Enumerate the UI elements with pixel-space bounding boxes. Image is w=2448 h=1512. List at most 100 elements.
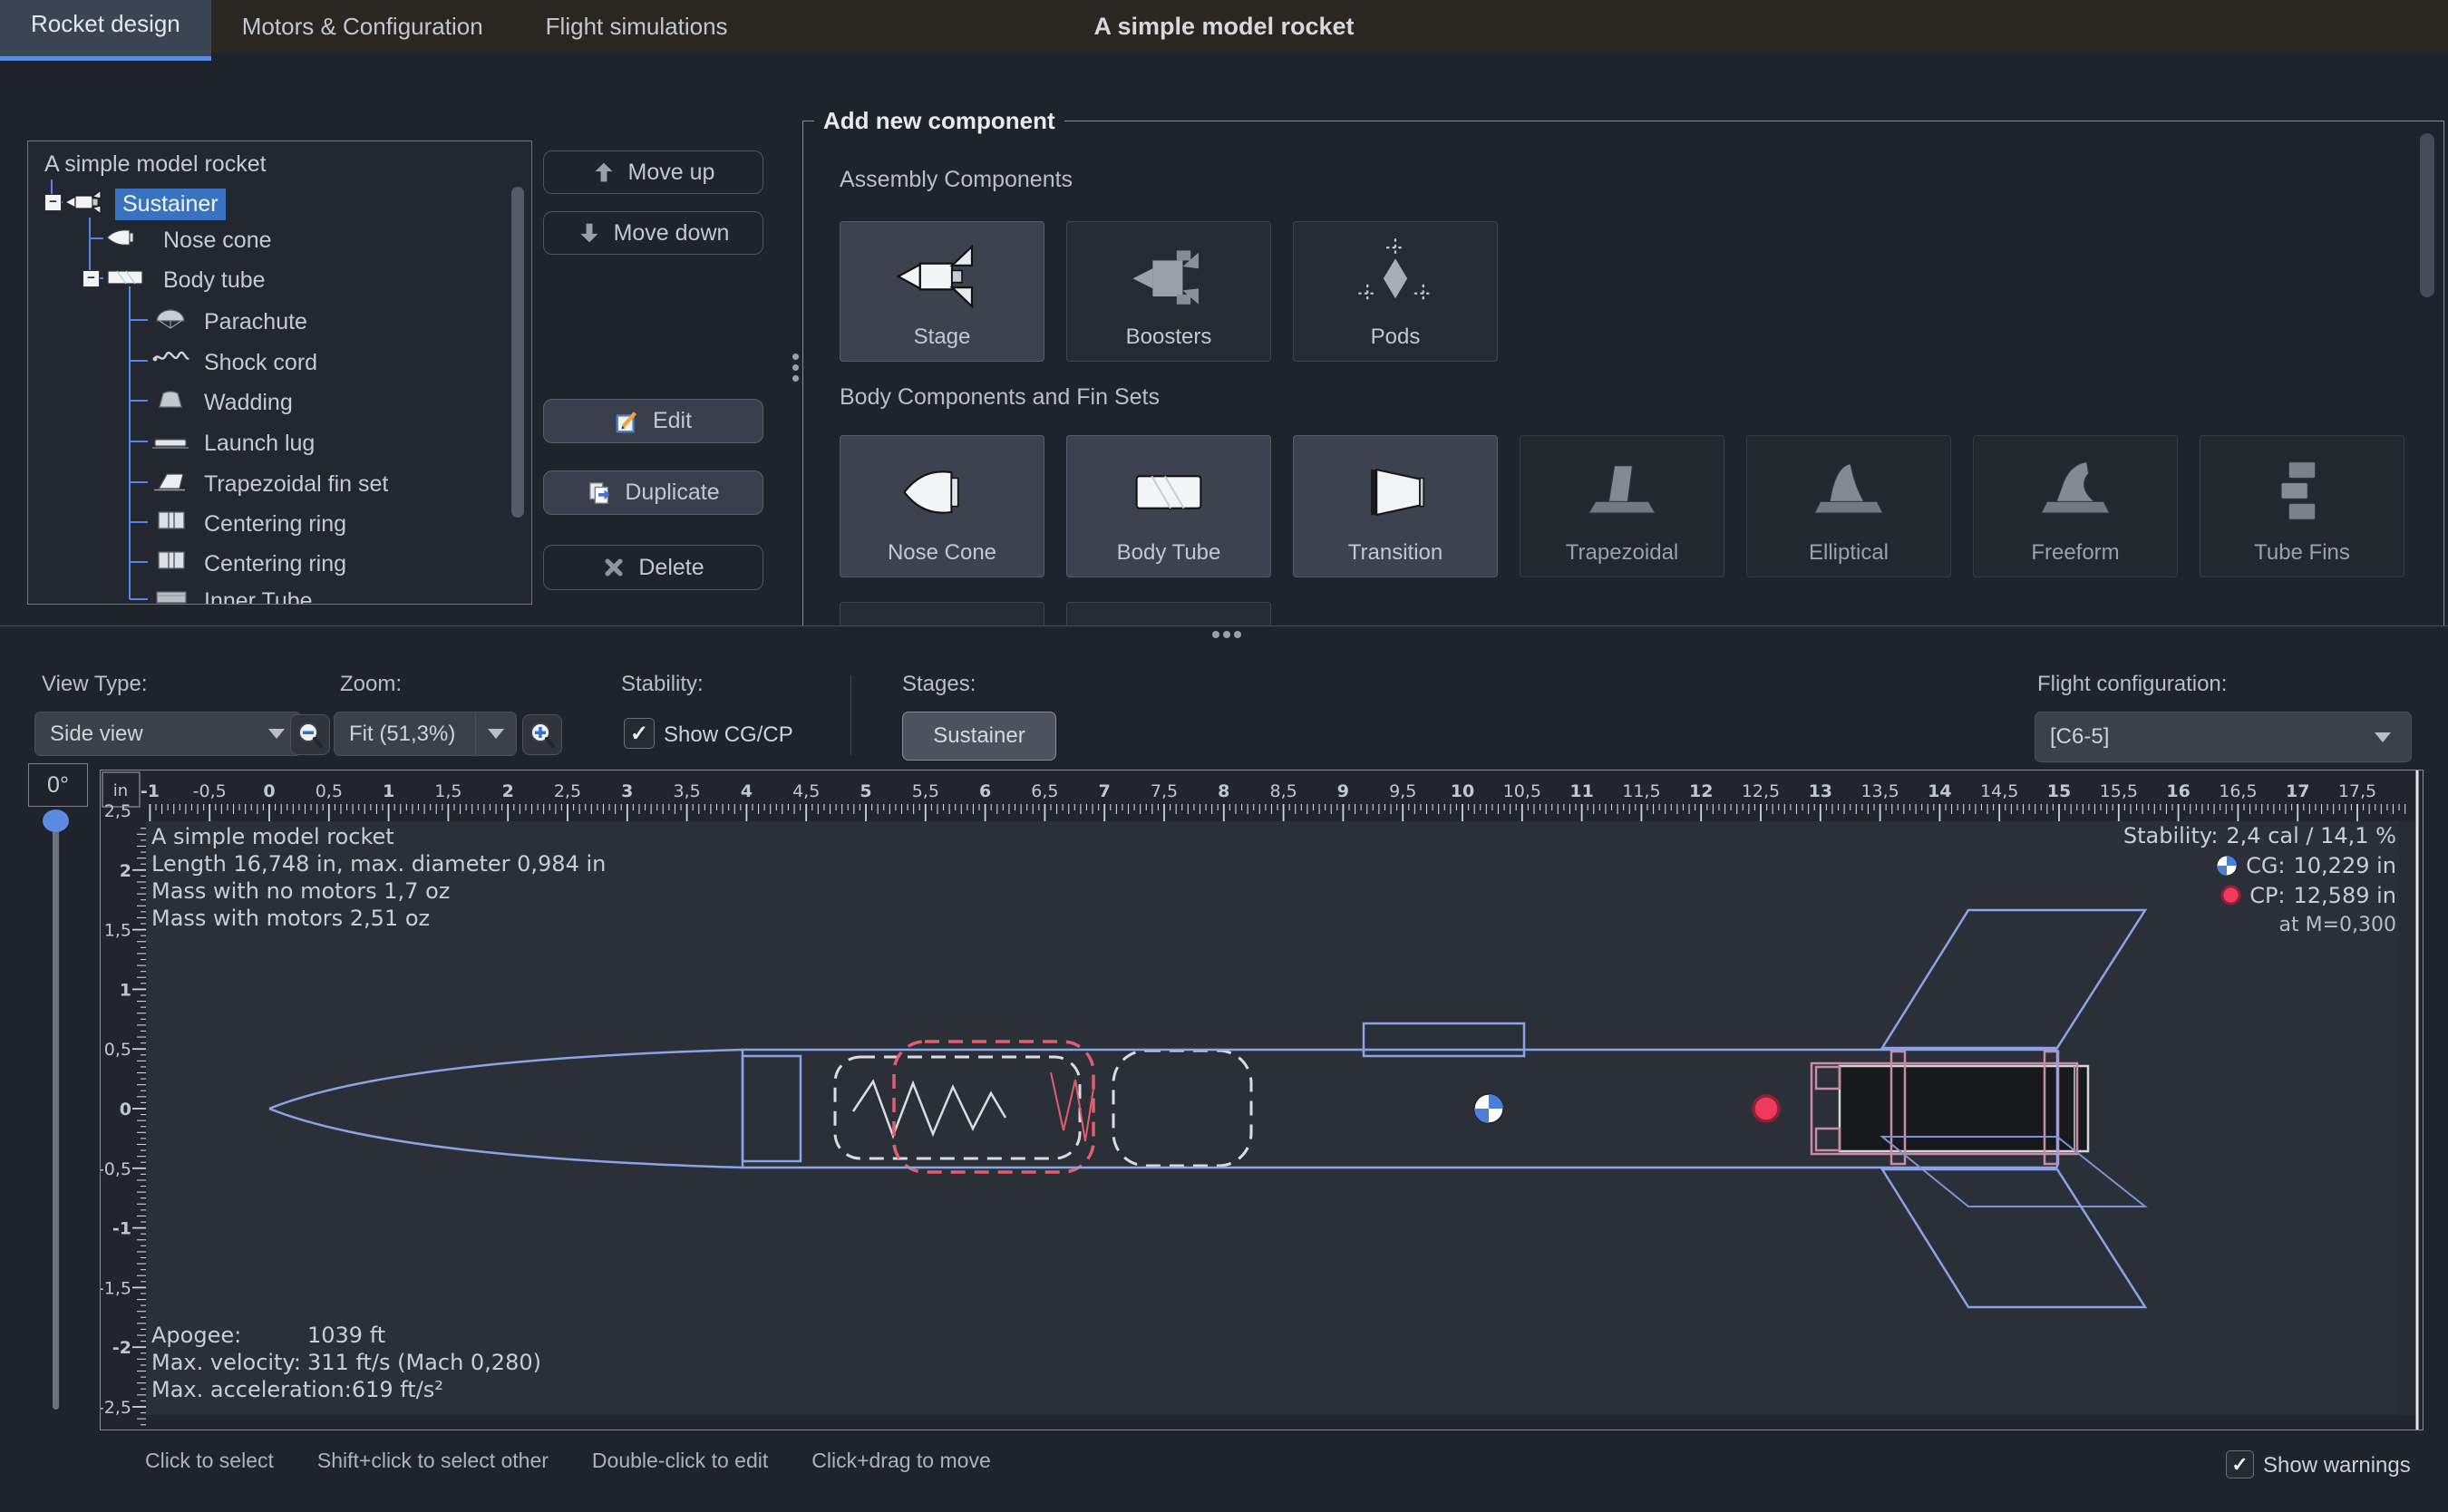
tree-item-parachute[interactable]: Parachute bbox=[28, 300, 531, 340]
rocket-info-line: Mass with motors 2,51 oz bbox=[151, 905, 606, 932]
v-ruler-label: 2,5 bbox=[104, 801, 131, 821]
rotation-slider-thumb[interactable] bbox=[43, 809, 69, 832]
move-up-button[interactable]: Move up bbox=[543, 150, 763, 194]
component-button-label: Trapezoidal bbox=[1520, 540, 1724, 566]
launch-lug-icon bbox=[150, 428, 191, 451]
add-component-title: Add new component bbox=[814, 107, 1064, 135]
hint: Click+drag to move bbox=[811, 1449, 991, 1473]
h-ruler-label: 2,5 bbox=[554, 781, 581, 801]
tree-item-inner-tube[interactable]: Inner Tube bbox=[28, 579, 531, 605]
h-ruler-label: 16 bbox=[2166, 781, 2190, 801]
stability-value: 2,4 cal / 14,1 % bbox=[2226, 822, 2396, 849]
zoom-in-button[interactable] bbox=[522, 714, 562, 755]
tab-rocket-design[interactable]: Rocket design bbox=[0, 0, 211, 61]
panel-drag-handle-dot[interactable] bbox=[792, 375, 799, 382]
h-ruler-label: 1,5 bbox=[434, 781, 461, 801]
stage-icon bbox=[892, 235, 992, 323]
tree-item-label: Nose cone bbox=[156, 225, 279, 257]
tree-expander-icon[interactable]: − bbox=[44, 194, 62, 211]
tree-item-label: Inner Tube bbox=[197, 586, 320, 605]
delete-button[interactable]: Delete bbox=[543, 545, 763, 590]
tree-expander-icon[interactable]: − bbox=[83, 270, 100, 287]
rocket-info-line: Mass with no motors 1,7 oz bbox=[151, 877, 606, 905]
add-body-tube-button[interactable]: Body Tube bbox=[1066, 435, 1271, 577]
view-type-label: View Type: bbox=[42, 672, 148, 697]
add-pods-button[interactable]: Pods bbox=[1293, 221, 1498, 362]
tree-item-shock-cord[interactable]: Shock cord bbox=[28, 341, 531, 381]
stage-toggle-label: Sustainer bbox=[933, 723, 1025, 749]
motor[interactable] bbox=[1840, 1066, 2088, 1151]
h-ruler-label: -0,5 bbox=[193, 781, 227, 801]
cp-label: CP: bbox=[2249, 882, 2285, 909]
wadding-icon bbox=[150, 387, 191, 411]
tree-item-centering-ring[interactable]: Centering ring bbox=[28, 502, 531, 542]
move-down-label: Move down bbox=[614, 220, 730, 247]
h-ruler-label: 14,5 bbox=[1980, 781, 2018, 801]
split-handle-dot[interactable] bbox=[1234, 631, 1241, 638]
zoom-out-button[interactable] bbox=[290, 714, 330, 755]
v-ruler-label: 2 bbox=[120, 861, 131, 881]
show-cgcp-checkbox[interactable]: ✓ bbox=[624, 718, 655, 749]
component-button-partial[interactable] bbox=[840, 602, 1044, 626]
panel-drag-handle-dot[interactable] bbox=[792, 354, 799, 360]
tree-item-nose-cone[interactable]: Nose cone bbox=[28, 218, 531, 258]
add-trapezoidal-button: Trapezoidal bbox=[1520, 435, 1724, 577]
component-button-partial[interactable] bbox=[1066, 602, 1271, 626]
mach-note: at M=0,300 bbox=[2279, 912, 2397, 939]
tab-motors-configuration[interactable]: Motors & Configuration bbox=[211, 0, 514, 56]
duplicate-button[interactable]: Duplicate bbox=[543, 470, 763, 515]
v-ruler-label: -2 bbox=[112, 1338, 131, 1358]
rotation-slider-track[interactable] bbox=[53, 819, 59, 1410]
tree-item-launch-lug[interactable]: Launch lug bbox=[28, 422, 531, 461]
add-panel-scrollbar[interactable] bbox=[2420, 133, 2434, 297]
zoom-select[interactable]: Fit (51,3%) bbox=[334, 712, 517, 756]
centering-ring-icon bbox=[150, 548, 191, 572]
tree-item-wadding[interactable]: Wadding bbox=[28, 381, 531, 421]
panel-drag-handle-dot[interactable] bbox=[792, 364, 799, 371]
split-handle-dot[interactable] bbox=[1223, 631, 1230, 638]
tree-item-a-simple-model-rocket[interactable]: A simple model rocket bbox=[28, 142, 531, 182]
split-divider[interactable] bbox=[0, 625, 2448, 626]
h-ruler-label: 4,5 bbox=[792, 781, 820, 801]
add-stage-button[interactable]: Stage bbox=[840, 221, 1044, 362]
tube-fins-icon bbox=[2255, 449, 2349, 540]
tree-item-trapezoidal-fin-set[interactable]: Trapezoidal fin set bbox=[28, 462, 531, 502]
cg-marker[interactable] bbox=[1474, 1094, 1503, 1123]
stages-label: Stages: bbox=[902, 672, 976, 697]
tree-item-centering-ring[interactable]: Centering ring bbox=[28, 542, 531, 582]
move-down-button[interactable]: Move down bbox=[543, 211, 763, 255]
add-nose-cone-button[interactable]: Nose Cone bbox=[840, 435, 1044, 577]
tree-item-body-tube[interactable]: −Body tube bbox=[28, 258, 531, 298]
add-tube-fins-button: Tube Fins bbox=[2200, 435, 2404, 577]
ruler-unit: in bbox=[113, 781, 128, 800]
rocket-stage-icon bbox=[63, 189, 110, 216]
boosters-icon bbox=[1119, 235, 1219, 323]
body-tube-icon bbox=[103, 265, 149, 290]
tree-item-label: Centering ring bbox=[197, 509, 354, 540]
cp-marker[interactable] bbox=[1753, 1096, 1779, 1121]
show-warnings-checkbox[interactable]: ✓ bbox=[2226, 1450, 2254, 1478]
tab-flight-simulations[interactable]: Flight simulations bbox=[515, 0, 759, 56]
add-transition-button[interactable]: Transition bbox=[1293, 435, 1498, 577]
h-ruler-label: 12,5 bbox=[1742, 781, 1780, 801]
chevron-down-icon bbox=[2375, 732, 2391, 742]
split-handle-dot[interactable] bbox=[1212, 631, 1219, 638]
edit-button[interactable]: Edit bbox=[543, 399, 763, 443]
h-ruler-label: 7 bbox=[1099, 781, 1111, 801]
v-ruler-label: -1 bbox=[112, 1219, 131, 1239]
chevron-down-icon bbox=[268, 729, 285, 739]
rotation-angle-indicator: 0° bbox=[28, 763, 88, 807]
tree-scrollbar[interactable] bbox=[511, 187, 524, 518]
add-boosters-button[interactable]: Boosters bbox=[1066, 221, 1271, 362]
h-ruler-label: -1 bbox=[141, 781, 160, 801]
delete-x-icon bbox=[602, 556, 626, 579]
zoom-value: Fit (51,3%) bbox=[335, 722, 475, 747]
flight-config-select[interactable]: [C6-5] bbox=[2035, 712, 2412, 762]
component-tree[interactable]: A simple model rocket−SustainerNose cone… bbox=[27, 141, 532, 605]
view-type-select[interactable]: Side view bbox=[34, 712, 302, 756]
flight-config-value: [C6-5] bbox=[2035, 724, 2375, 750]
stage-sustainer-toggle[interactable]: Sustainer bbox=[902, 712, 1056, 761]
hint: Click to select bbox=[145, 1449, 274, 1473]
tree-item-sustainer[interactable]: −Sustainer bbox=[28, 182, 531, 222]
stability-value-label: Stability: bbox=[2123, 822, 2219, 849]
